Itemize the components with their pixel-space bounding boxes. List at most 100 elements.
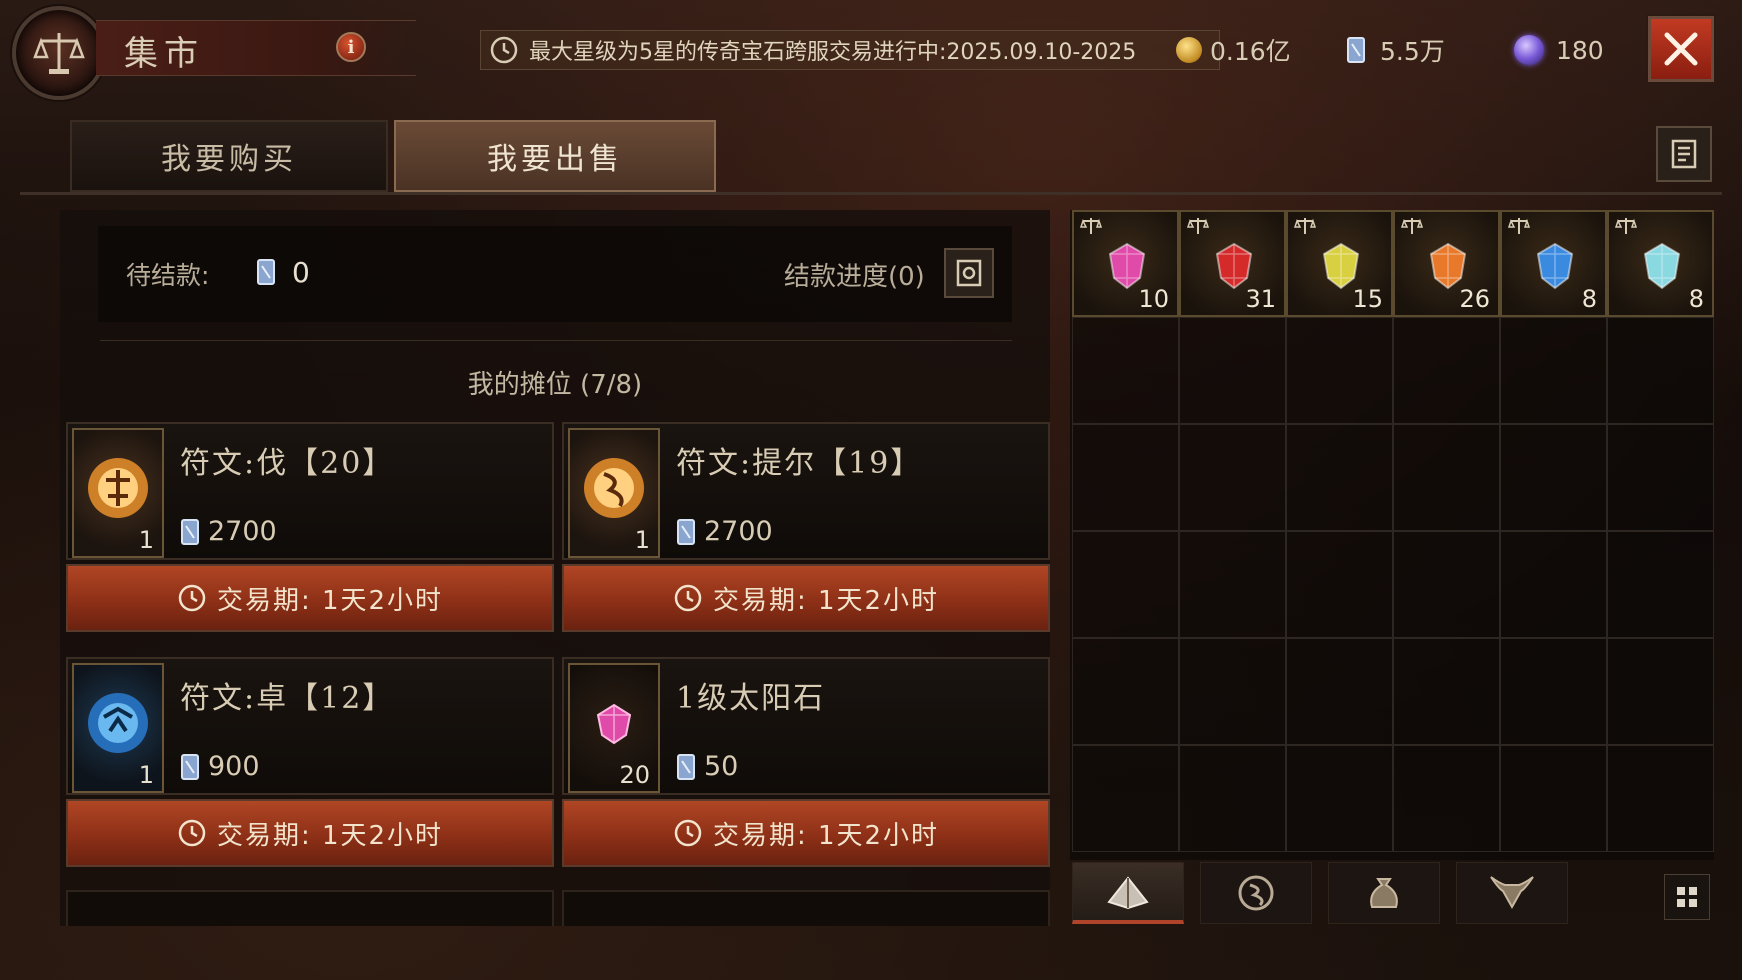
grid-view-button[interactable] <box>1664 874 1710 920</box>
ticker-text: 最大星级为5星的传奇宝石跨服交易进行中:2025.09.10-2025 <box>529 40 1137 65</box>
price-value: 2700 <box>208 516 277 547</box>
inventory-grid: 10 31 15 26 8 8 <box>1072 210 1714 852</box>
item-name: 符文:卓【12】 <box>180 681 395 716</box>
empty-inventory-slot[interactable] <box>1500 531 1607 638</box>
stall-listing-partial[interactable] <box>562 890 1050 926</box>
trade-period-text: 交易期: 1天2小时 <box>216 820 444 851</box>
gem-category-tab[interactable] <box>1072 862 1184 924</box>
item-slot[interactable]: 1 <box>72 663 164 793</box>
trade-period-text: 交易期: 1天2小时 <box>712 585 940 616</box>
empty-inventory-slot[interactable] <box>1179 531 1286 638</box>
announcement-ticker: 最大星级为5星的传奇宝石跨服交易进行中:2025.09.10-2025 <box>480 30 1220 70</box>
listing-card[interactable]: 1 符文:提尔【19】 2700 <box>562 422 1050 560</box>
empty-inventory-slot[interactable] <box>1393 745 1500 852</box>
payment-progress-button[interactable] <box>944 248 994 298</box>
trade-period-button[interactable]: 交易期: 1天2小时 <box>66 799 554 867</box>
empty-inventory-slot[interactable] <box>1393 531 1500 638</box>
inventory-slot[interactable]: 8 <box>1607 210 1714 317</box>
crystal-currency: 5.5万 <box>1346 30 1445 70</box>
stall-listing[interactable]: 1 符文:卓【12】 900 交易期: 1天2小时 <box>66 657 554 869</box>
clock-icon <box>490 36 518 64</box>
gold-coin-icon <box>1176 37 1202 63</box>
empty-inventory-slot[interactable] <box>1286 531 1393 638</box>
item-count: 8 <box>1581 285 1597 313</box>
empty-inventory-slot[interactable] <box>1072 745 1179 852</box>
trade-period-button[interactable]: 交易期: 1天2小时 <box>562 799 1050 867</box>
stall-listing-partial[interactable] <box>66 890 554 926</box>
empty-inventory-slot[interactable] <box>1072 531 1179 638</box>
inventory-slot[interactable]: 10 <box>1072 210 1179 317</box>
close-icon <box>1664 32 1698 66</box>
divider <box>100 340 1012 341</box>
pouch-category-tab[interactable] <box>1328 862 1440 924</box>
item-slot[interactable]: 1 <box>72 428 164 558</box>
empty-inventory-slot[interactable] <box>1607 745 1714 852</box>
empty-inventory-slot[interactable] <box>1607 424 1714 531</box>
empty-inventory-slot[interactable] <box>1072 317 1179 424</box>
grid-icon <box>1677 887 1697 907</box>
empty-inventory-slot[interactable] <box>1179 424 1286 531</box>
crystal-icon <box>181 518 199 545</box>
empty-inventory-slot[interactable] <box>1286 317 1393 424</box>
rune-category-tab[interactable] <box>1200 862 1312 924</box>
tab-buy[interactable]: 我要购买 <box>70 120 388 192</box>
demon-category-tab[interactable] <box>1456 862 1568 924</box>
crystal-icon <box>677 518 695 545</box>
stall-title: 我的摊位 (7/8) <box>467 370 643 400</box>
trade-period-button[interactable]: 交易期: 1天2小时 <box>66 564 554 632</box>
pouch-category-icon <box>1370 878 1398 908</box>
orb-amount: 180 <box>1556 35 1604 65</box>
trade-record-button[interactable] <box>1656 126 1712 182</box>
inventory-slot[interactable]: 15 <box>1286 210 1393 317</box>
pink-gem-icon <box>596 703 632 745</box>
empty-inventory-slot[interactable] <box>1607 638 1714 745</box>
stall-listing[interactable]: 1 符文:提尔【19】 2700 交易期: 1天2小时 <box>562 422 1050 634</box>
clock-icon <box>178 819 206 847</box>
empty-inventory-slot[interactable] <box>1393 638 1500 745</box>
item-price: 50 <box>676 751 738 782</box>
orb-currency: 180 <box>1514 30 1604 70</box>
empty-inventory-slot[interactable] <box>1072 638 1179 745</box>
empty-inventory-slot[interactable] <box>1179 317 1286 424</box>
crystal-icon <box>677 753 695 780</box>
empty-inventory-slot[interactable] <box>1393 317 1500 424</box>
listing-card[interactable]: 20 1级太阳石 50 <box>562 657 1050 795</box>
empty-inventory-slot[interactable] <box>1286 424 1393 531</box>
price-value: 900 <box>208 751 260 782</box>
empty-inventory-slot[interactable] <box>1286 745 1393 852</box>
stall-listing[interactable]: 20 1级太阳石 50 交易期: 1天2小时 <box>562 657 1050 869</box>
inventory-slot[interactable]: 31 <box>1179 210 1286 317</box>
info-icon[interactable]: i <box>336 32 366 62</box>
item-slot[interactable]: 1 <box>568 428 660 558</box>
clock-icon <box>674 819 702 847</box>
tab-sell[interactable]: 我要出售 <box>394 120 716 192</box>
empty-inventory-slot[interactable] <box>1500 638 1607 745</box>
item-count: 10 <box>1138 285 1169 313</box>
empty-inventory-slot[interactable] <box>1393 424 1500 531</box>
empty-inventory-slot[interactable] <box>1179 638 1286 745</box>
page-title: 集市 <box>124 34 204 74</box>
tradable-scale-icon <box>1080 218 1102 234</box>
tradable-scale-icon <box>1508 218 1530 234</box>
empty-inventory-slot[interactable] <box>1500 424 1607 531</box>
pending-label: 待结款: <box>126 261 210 290</box>
tradable-scale-icon <box>1187 218 1209 234</box>
gem-category-icon <box>1107 875 1149 909</box>
empty-inventory-slot[interactable] <box>1286 638 1393 745</box>
gold-currency: 0.16亿 <box>1176 30 1291 70</box>
item-slot[interactable]: 20 <box>568 663 660 793</box>
empty-inventory-slot[interactable] <box>1179 745 1286 852</box>
empty-inventory-slot[interactable] <box>1607 317 1714 424</box>
empty-inventory-slot[interactable] <box>1607 531 1714 638</box>
empty-inventory-slot[interactable] <box>1500 745 1607 852</box>
listing-card[interactable]: 1 符文:伐【20】 2700 <box>66 422 554 560</box>
trade-period-button[interactable]: 交易期: 1天2小时 <box>562 564 1050 632</box>
tradable-scale-icon <box>1294 218 1316 234</box>
listing-card[interactable]: 1 符文:卓【12】 900 <box>66 657 554 795</box>
empty-inventory-slot[interactable] <box>1072 424 1179 531</box>
close-button[interactable] <box>1648 16 1714 82</box>
stall-listing[interactable]: 1 符文:伐【20】 2700 交易期: 1天2小时 <box>66 422 554 634</box>
empty-inventory-slot[interactable] <box>1500 317 1607 424</box>
inventory-slot[interactable]: 26 <box>1393 210 1500 317</box>
inventory-slot[interactable]: 8 <box>1500 210 1607 317</box>
